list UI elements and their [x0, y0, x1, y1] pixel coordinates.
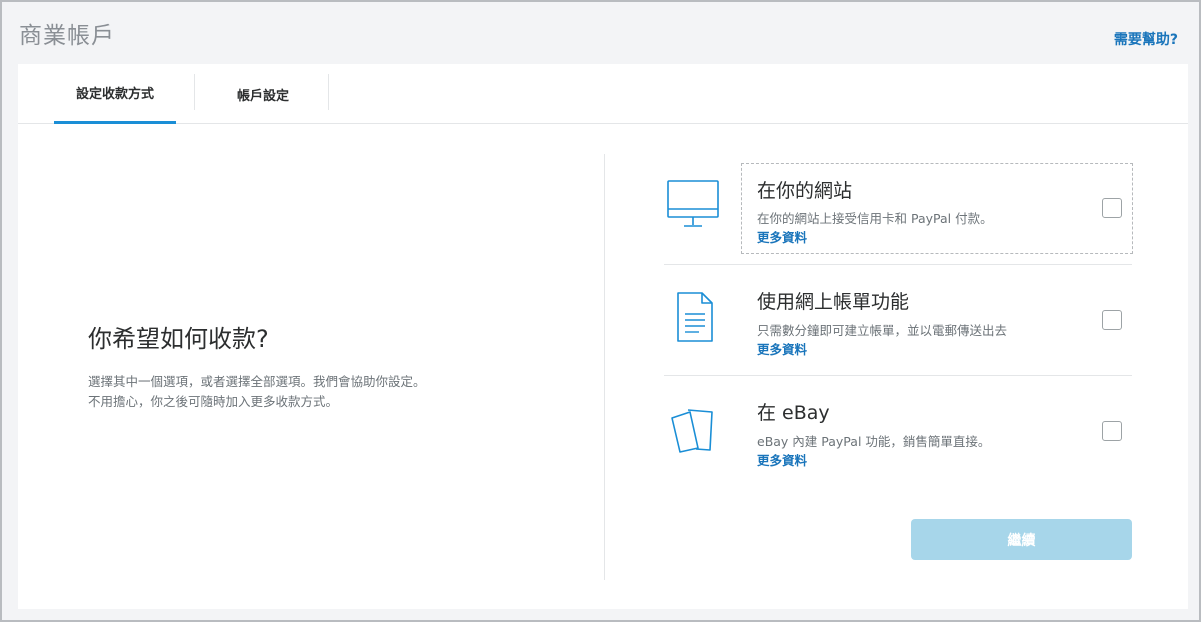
page-title: 商業帳戶 — [19, 23, 115, 49]
vertical-divider — [604, 154, 605, 580]
option-title: 使用網上帳單功能 — [757, 291, 910, 313]
intro-description: 選擇其中一個選項，或者選擇全部選項。我們會協助你設定。 不用擔心，你之後可隨時加… — [88, 372, 508, 412]
intro-description-line: 不用擔心，你之後可隨時加入更多收款方式。 — [88, 394, 339, 409]
tab-bar: 設定收款方式 帳戶設定 — [18, 64, 1188, 124]
tab-divider — [194, 74, 195, 110]
help-link[interactable]: 需要幫助? — [1114, 29, 1178, 49]
option-website[interactable]: 在你的網站 在你的網站上接受信用卡和 PayPal 付款。 更多資料 — [664, 153, 1133, 264]
invoice-document-icon — [664, 287, 724, 347]
intro-question: 你希望如何收款? — [88, 325, 269, 353]
option-checkbox[interactable] — [1102, 421, 1122, 441]
tab-account-settings[interactable]: 帳戶設定 — [196, 64, 330, 124]
app-frame: 商業帳戶 需要幫助? 設定收款方式 帳戶設定 你希望如何收款? 選擇其中一個選項… — [0, 0, 1201, 622]
option-subtitle: 只需數分鐘即可建立帳單，並以電郵傳送出去 — [757, 323, 1008, 338]
tab-divider — [328, 74, 329, 110]
setup-card: 設定收款方式 帳戶設定 你希望如何收款? 選擇其中一個選項，或者選擇全部選項。我… — [18, 64, 1188, 609]
intro-panel: 你希望如何收款? 選擇其中一個選項，或者選擇全部選項。我們會協助你設定。 不用擔… — [88, 319, 548, 412]
more-info-link[interactable]: 更多資料 — [757, 227, 807, 246]
intro-description-line: 選擇其中一個選項，或者選擇全部選項。我們會協助你設定。 — [88, 374, 426, 389]
option-title: 在你的網站 — [757, 180, 853, 202]
continue-button[interactable]: 繼續 — [911, 519, 1132, 560]
option-subtitle: 在你的網站上接受信用卡和 PayPal 付款。 — [757, 211, 993, 226]
more-info-link[interactable]: 更多資料 — [757, 339, 807, 358]
option-title: 在 eBay — [757, 402, 830, 424]
option-ebay[interactable]: 在 eBay eBay 內建 PayPal 功能，銷售簡單直接。 更多資料 — [664, 375, 1132, 486]
option-checkbox[interactable] — [1102, 310, 1122, 330]
monitor-icon — [664, 175, 724, 235]
more-info-link[interactable]: 更多資料 — [757, 450, 807, 469]
tab-payment-setup[interactable]: 設定收款方式 — [54, 64, 176, 124]
option-invoicing[interactable]: 使用網上帳單功能 只需數分鐘即可建立帳單，並以電郵傳送出去 更多資料 — [664, 264, 1132, 375]
ebay-cards-icon — [664, 398, 724, 458]
option-subtitle: eBay 內建 PayPal 功能，銷售簡單直接。 — [757, 434, 991, 449]
option-checkbox[interactable] — [1102, 198, 1122, 218]
